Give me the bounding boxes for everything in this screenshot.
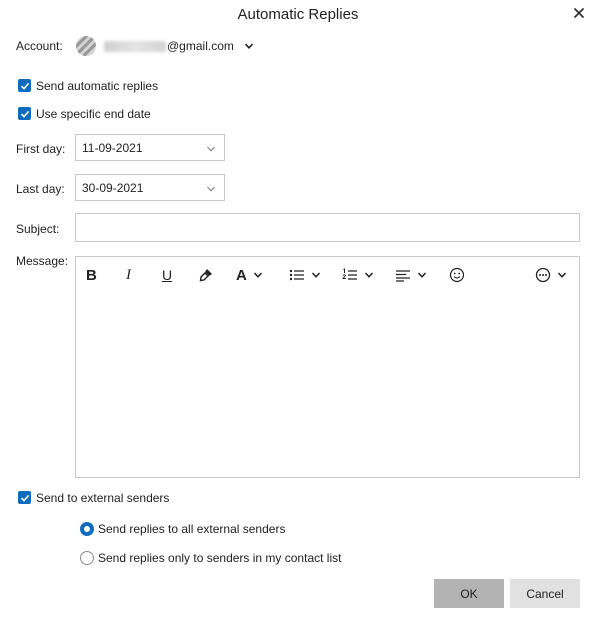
ok-button[interactable]: OK: [434, 579, 504, 608]
emoji-button[interactable]: [449, 265, 465, 285]
underline-button[interactable]: U: [162, 265, 172, 285]
dialog-title: Automatic Replies: [237, 6, 359, 23]
email-redacted: [104, 41, 166, 52]
format-painter-icon: [199, 269, 212, 282]
cancel-button[interactable]: Cancel: [510, 579, 580, 608]
chevron-down-icon: [364, 272, 374, 278]
send-to-external-senders-checkbox[interactable]: [18, 491, 31, 504]
account-label: Account:: [16, 39, 63, 53]
message-label: Message:: [16, 254, 69, 268]
italic-button[interactable]: I: [126, 265, 131, 285]
use-specific-end-date-label: Use specific end date: [36, 107, 151, 121]
chevron-down-icon: [417, 272, 427, 278]
checkmark-icon: [20, 494, 29, 502]
numbered-list-button[interactable]: [342, 265, 374, 285]
chevron-down-icon: [253, 272, 262, 278]
last-day-label: Last day:: [16, 182, 65, 196]
more-options-button[interactable]: [535, 265, 567, 285]
underline-icon: U: [162, 267, 173, 283]
emoji-icon: [449, 267, 465, 283]
italic-icon: I: [126, 266, 131, 283]
first-day-value: 11-09-2021: [82, 141, 143, 155]
radio-contacts-only-label: Send replies only to senders in my conta…: [98, 551, 342, 565]
chevron-down-icon: [311, 272, 321, 278]
bullet-list-icon: [289, 269, 304, 281]
align-button[interactable]: [395, 265, 427, 285]
send-automatic-replies-label: Send automatic replies: [36, 79, 159, 93]
subject-label: Subject:: [16, 222, 60, 236]
message-toolbar: B I U A: [75, 256, 580, 294]
format-painter-button[interactable]: [198, 265, 214, 285]
radio-all-external-senders[interactable]: [80, 522, 94, 536]
chevron-down-icon: [207, 186, 215, 192]
numbered-list-icon: [342, 268, 357, 280]
align-icon: [396, 270, 410, 282]
radio-all-external-senders-label: Send replies to all external senders: [98, 522, 286, 536]
close-icon: [574, 8, 584, 18]
radio-dot: [84, 526, 90, 532]
chevron-down-icon: [207, 146, 215, 152]
font-color-icon: A: [236, 266, 247, 284]
account-email: @gmail.com: [167, 39, 234, 53]
first-day-label: First day:: [16, 142, 66, 156]
chevron-down-icon: [557, 272, 567, 278]
subject-input[interactable]: [75, 213, 580, 242]
avatar: [76, 36, 96, 56]
bold-button[interactable]: B: [86, 265, 97, 285]
last-day-dropdown[interactable]: 30-09-2021: [75, 174, 225, 201]
chevron-down-icon: [244, 43, 254, 49]
message-editor[interactable]: [75, 293, 580, 478]
send-to-external-senders-label: Send to external senders: [36, 491, 170, 505]
first-day-dropdown[interactable]: 11-09-2021: [75, 134, 225, 161]
bold-icon: B: [86, 266, 97, 284]
account-dropdown[interactable]: [244, 40, 254, 54]
checkmark-icon: [20, 110, 29, 118]
last-day-value: 30-09-2021: [82, 181, 144, 195]
use-specific-end-date-checkbox[interactable]: [18, 107, 31, 120]
font-color-button[interactable]: A: [236, 265, 263, 285]
checkmark-icon: [20, 82, 29, 90]
more-options-icon: [535, 267, 551, 283]
send-automatic-replies-checkbox[interactable]: [18, 79, 31, 92]
radio-contacts-only[interactable]: [80, 551, 94, 565]
bullet-list-button[interactable]: [289, 265, 321, 285]
close-button[interactable]: [570, 4, 588, 22]
